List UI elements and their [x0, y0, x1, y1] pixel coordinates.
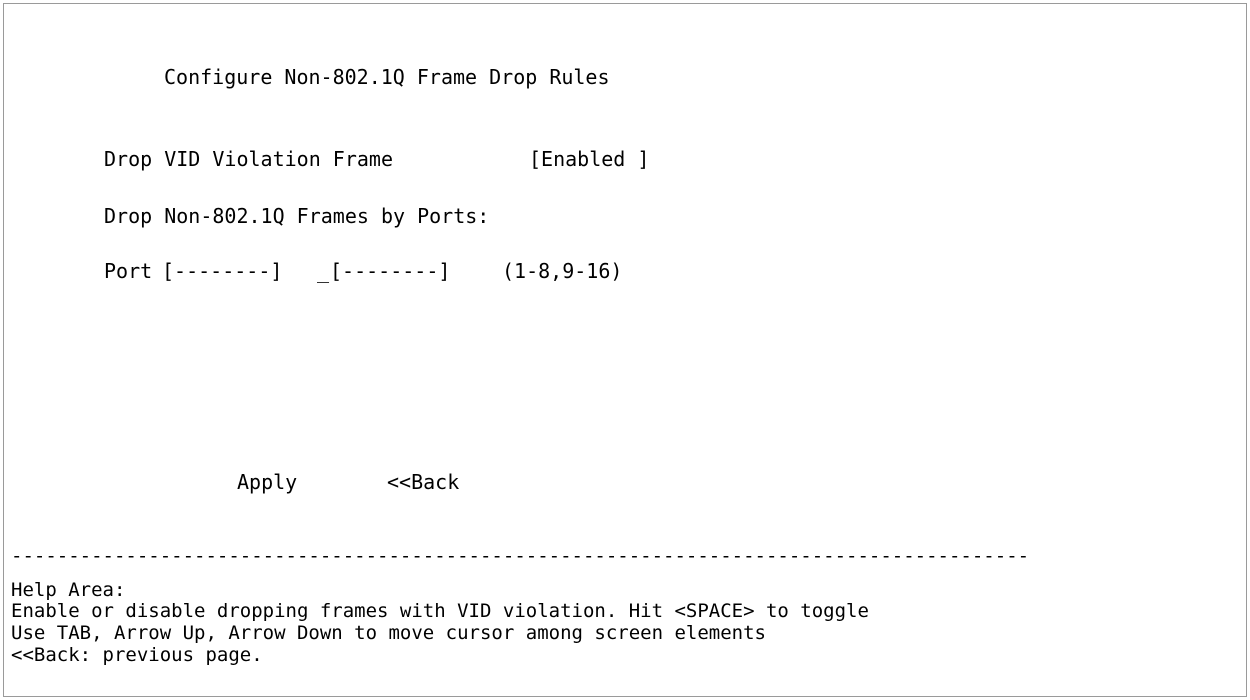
port-label: Port — [104, 259, 153, 283]
apply-button[interactable]: Apply — [237, 471, 297, 493]
drop-ports-label: Drop Non-802.1Q Frames by Ports: — [104, 204, 490, 228]
help-line-1: Enable or disable dropping frames with V… — [11, 600, 869, 622]
help-area-heading: Help Area: — [11, 579, 126, 601]
port-range-hint: (1-8,9-16) — [502, 259, 623, 283]
port-group-1-8-field[interactable]: [--------] — [162, 260, 282, 282]
terminal-window: Configure Non-802.1Q Frame Drop Rules Dr… — [3, 3, 1247, 697]
page-title: Configure Non-802.1Q Frame Drop Rules — [164, 65, 610, 89]
drop-vid-violation-toggle[interactable]: [Enabled ] — [529, 148, 649, 170]
help-line-2: Use TAB, Arrow Up, Arrow Down to move cu… — [11, 622, 766, 644]
port-separator: _ — [317, 259, 330, 283]
help-line-3: <<Back: previous page. — [11, 644, 263, 666]
port-group-9-16-field[interactable]: [--------] — [330, 260, 450, 282]
divider-line: ----------------------------------------… — [11, 545, 1030, 567]
back-button[interactable]: <<Back — [387, 471, 459, 493]
drop-vid-violation-label: Drop VID Violation Frame — [104, 147, 393, 171]
